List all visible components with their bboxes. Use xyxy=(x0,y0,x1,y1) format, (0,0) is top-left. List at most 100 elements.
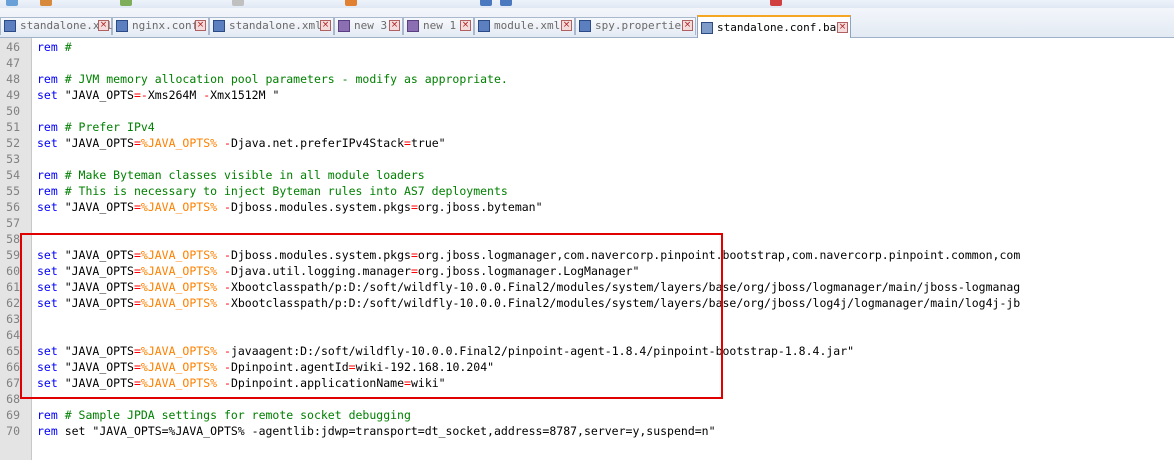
close-icon[interactable]: × xyxy=(682,20,693,31)
code-text: set "JAVA_OPTS=%JAVA_OPTS% -Xbootclasspa… xyxy=(37,295,1020,311)
code-text: rem set "JAVA_OPTS=%JAVA_OPTS% -agentlib… xyxy=(37,423,716,439)
code-token: "JAVA_OPTS xyxy=(57,264,134,278)
line-number: 57 xyxy=(6,216,20,230)
code-line[interactable]: 50 xyxy=(0,103,1174,119)
code-line[interactable]: 48 rem # JVM memory allocation pool param… xyxy=(0,71,1174,87)
close-icon[interactable]: × xyxy=(837,22,848,33)
code-line[interactable]: 63 xyxy=(0,311,1174,327)
code-line[interactable]: 61 set "JAVA_OPTS=%JAVA_OPTS% -Xbootclass… xyxy=(0,279,1174,295)
code-line[interactable]: 49 set "JAVA_OPTS=-Xms264M -Xmx1512M " xyxy=(0,87,1174,103)
line-number: 63 xyxy=(6,312,20,326)
code-line[interactable]: 70 rem set "JAVA_OPTS=%JAVA_OPTS% -agentl… xyxy=(0,423,1174,439)
code-line[interactable]: 62 set "JAVA_OPTS=%JAVA_OPTS% -Xbootclass… xyxy=(0,295,1174,311)
code-line[interactable]: 46 rem # xyxy=(0,39,1174,55)
tab-new-1[interactable]: new 1 × xyxy=(403,17,474,35)
toolbar-icon[interactable] xyxy=(500,0,512,6)
close-icon[interactable]: × xyxy=(561,20,572,31)
toolbar-icon[interactable] xyxy=(345,0,357,6)
close-icon[interactable]: × xyxy=(389,20,400,31)
code-line[interactable]: 60 set "JAVA_OPTS=%JAVA_OPTS% -Djava.util… xyxy=(0,263,1174,279)
code-text: set "JAVA_OPTS=%JAVA_OPTS% -Djava.net.pr… xyxy=(37,135,446,151)
code-line[interactable]: 51 rem # Prefer IPv4 xyxy=(0,119,1174,135)
close-icon[interactable]: × xyxy=(98,20,109,31)
line-number: 69 xyxy=(6,408,20,422)
code-line[interactable]: 54 rem # Make Byteman classes visible in … xyxy=(0,167,1174,183)
code-token: set xyxy=(37,136,58,150)
code-token: # Prefer IPv4 xyxy=(57,120,155,134)
code-token: set xyxy=(37,344,58,358)
code-line[interactable]: 59 set "JAVA_OPTS=%JAVA_OPTS% -Djboss.mod… xyxy=(0,247,1174,263)
code-token: "JAVA_OPTS xyxy=(57,280,134,294)
code-token: = xyxy=(133,360,141,374)
code-line[interactable]: 67 set "JAVA_OPTS=%JAVA_OPTS% -Dpinpoint.… xyxy=(0,375,1174,391)
code-token: Djava.net.preferIPv4Stack xyxy=(230,136,405,150)
code-token: = xyxy=(348,360,356,374)
code-line[interactable]: 65 set "JAVA_OPTS=%JAVA_OPTS% -javaagent:… xyxy=(0,343,1174,359)
line-number: 51 xyxy=(6,120,20,134)
line-number: 70 xyxy=(6,424,20,438)
code-line[interactable]: 64 xyxy=(0,327,1174,343)
code-line[interactable]: 58 xyxy=(0,231,1174,247)
code-token: set xyxy=(37,360,58,374)
toolbar-icon[interactable] xyxy=(480,0,492,6)
code-token: wiki" xyxy=(410,376,446,390)
code-token: = xyxy=(133,248,141,262)
toolbar-icon[interactable] xyxy=(120,0,132,6)
close-icon[interactable]: × xyxy=(195,20,206,31)
line-number: 60 xyxy=(6,264,20,278)
code-token: # This is necessary to inject Byteman ru… xyxy=(57,184,508,198)
code-token: Xmx1512M " xyxy=(210,88,280,102)
code-token: javaagent:D:/soft/wildfly-10.0.0.Final2/… xyxy=(230,344,855,358)
code-line[interactable]: 56 set "JAVA_OPTS=%JAVA_OPTS% -Djboss.mod… xyxy=(0,199,1174,215)
code-token: %JAVA_OPTS% xyxy=(140,344,218,358)
tab-nginx-conf[interactable]: nginx.conf × xyxy=(112,17,209,35)
code-line[interactable]: 68 xyxy=(0,391,1174,407)
code-token: %JAVA_OPTS% xyxy=(140,264,218,278)
code-line[interactable]: 47 xyxy=(0,55,1174,71)
file-icon xyxy=(213,20,225,32)
tab-standalone-xml-2[interactable]: standalone.xml × xyxy=(209,17,334,35)
line-number: 50 xyxy=(6,104,20,118)
code-token: org.jboss.logmanager,com.navercorp.pinpo… xyxy=(417,248,1021,262)
code-token: - xyxy=(224,136,231,150)
tab-standalone-xml-1[interactable]: standalone.xml × xyxy=(0,17,113,35)
toolbar-icon[interactable] xyxy=(770,0,782,6)
code-line[interactable]: 69 rem # Sample JPDA settings for remote … xyxy=(0,407,1174,423)
toolbar-icon[interactable] xyxy=(6,0,18,6)
code-token: =- xyxy=(133,88,148,102)
close-icon[interactable]: × xyxy=(320,20,331,31)
code-token: Dpinpoint.applicationName xyxy=(230,376,405,390)
toolbar-icon[interactable] xyxy=(232,0,244,6)
code-text: set "JAVA_OPTS=%JAVA_OPTS% -Djava.util.l… xyxy=(37,263,639,279)
tab-standalone-conf-bat[interactable]: standalone.conf.bat × xyxy=(697,15,851,38)
code-text: set "JAVA_OPTS=%JAVA_OPTS% -Djboss.modul… xyxy=(37,247,1020,263)
line-number: 46 xyxy=(6,40,20,54)
tab-module-xml[interactable]: module.xml × xyxy=(474,17,575,35)
code-line[interactable]: 53 xyxy=(0,151,1174,167)
code-editor[interactable]: 46 rem #47 48 rem # JVM memory allocation p… xyxy=(0,38,1174,460)
file-icon xyxy=(116,20,128,32)
code-line[interactable]: 55 rem # This is necessary to inject Byte… xyxy=(0,183,1174,199)
file-icon xyxy=(338,20,350,32)
code-token: = xyxy=(133,264,141,278)
line-number: 49 xyxy=(6,88,20,102)
code-token: Djava.util.logging.manager xyxy=(230,264,411,278)
file-icon xyxy=(407,20,419,32)
code-line[interactable]: 66 set "JAVA_OPTS=%JAVA_OPTS% -Dpinpoint.… xyxy=(0,359,1174,375)
close-icon[interactable]: × xyxy=(460,20,471,31)
code-token: # Make Byteman classes visible in all mo… xyxy=(57,168,425,182)
tab-new-3[interactable]: new 3 × xyxy=(334,17,403,35)
code-token: org.jboss.byteman" xyxy=(417,200,543,214)
code-line[interactable]: 52 set "JAVA_OPTS=%JAVA_OPTS% -Djava.net.… xyxy=(0,135,1174,151)
code-line[interactable]: 57 xyxy=(0,215,1174,231)
code-token: set xyxy=(37,280,58,294)
code-token: Dpinpoint.agentId xyxy=(230,360,349,374)
code-text: rem # Sample JPDA settings for remote so… xyxy=(37,407,411,423)
tab-spy-properties[interactable]: spy.properties × xyxy=(575,17,696,35)
toolbar-icon[interactable] xyxy=(40,0,52,6)
code-text: rem # This is necessary to inject Bytema… xyxy=(37,183,508,199)
